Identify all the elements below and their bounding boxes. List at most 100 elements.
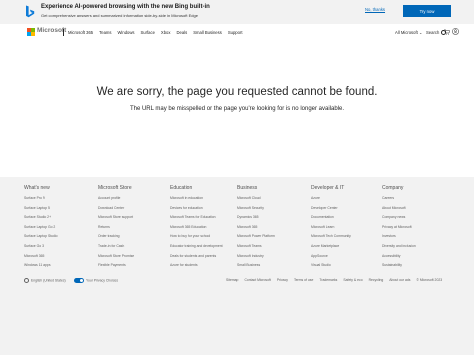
- nav-item-teams[interactable]: Teams: [99, 30, 111, 35]
- footer-link[interactable]: Azure Marketplace: [311, 242, 381, 252]
- footer-heading: Developer & IT: [311, 185, 345, 191]
- footer-link[interactable]: Documentation: [311, 213, 381, 223]
- nav-item-microsoft-365[interactable]: Microsoft 365: [68, 30, 93, 35]
- footer-link[interactable]: Microsoft Teams for Education: [170, 213, 240, 223]
- privacy-choices-label: Your Privacy Choices: [86, 278, 119, 283]
- footer-column-whats-new: What's new Surface Pro 9 Surface Laptop …: [24, 185, 94, 271]
- footer-link[interactable]: Microsoft Store support: [98, 213, 168, 223]
- privacy-toggle-icon: [74, 278, 84, 283]
- no-thanks-button[interactable]: No, thanks: [365, 7, 385, 12]
- all-microsoft-menu[interactable]: All Microsoft ⌄: [395, 30, 422, 35]
- footer-link[interactable]: Microsoft Security: [237, 204, 307, 214]
- footer-link[interactable]: Download Center: [98, 204, 168, 214]
- footer-link[interactable]: Microsoft Store Promise: [98, 252, 168, 262]
- footer-column-education: Education Microsoft in education Devices…: [170, 185, 240, 271]
- error-title: We are sorry, the page you requested can…: [96, 86, 378, 98]
- footer-heading: What's new: [24, 185, 50, 191]
- footer-link[interactable]: Order tracking: [98, 232, 168, 242]
- footer-link[interactable]: Microsoft Learn: [311, 223, 381, 233]
- footer-link[interactable]: Surface Studio 2+: [24, 213, 94, 223]
- footer-link[interactable]: Small Business: [237, 261, 307, 271]
- legal-link-privacy[interactable]: Privacy: [277, 278, 288, 282]
- footer-link[interactable]: Developer Center: [311, 204, 381, 214]
- nav-item-windows[interactable]: Windows: [117, 30, 134, 35]
- footer-link[interactable]: Account profile: [98, 194, 168, 204]
- banner-description: Get comprehensive answers and summarized…: [41, 13, 198, 18]
- footer-link[interactable]: Microsoft Power Platform: [237, 232, 307, 242]
- legal-link-about-ads[interactable]: About our ads: [389, 278, 410, 282]
- footer-column-business: Business Microsoft Cloud Microsoft Secur…: [237, 185, 307, 271]
- footer-link[interactable]: Surface Pro 9: [24, 194, 94, 204]
- legal-link-recycling[interactable]: Recycling: [369, 278, 384, 282]
- footer-bottom-bar: English (United States) Your Privacy Cho…: [24, 277, 454, 289]
- legal-link-sitemap[interactable]: Sitemap: [226, 278, 238, 282]
- main-nav: Microsoft 365 Teams Windows Surface Xbox…: [68, 30, 243, 35]
- account-profile-icon[interactable]: [452, 28, 459, 35]
- footer-link[interactable]: Microsoft 365 Education: [170, 223, 240, 233]
- footer-link[interactable]: Azure: [311, 194, 381, 204]
- footer-link[interactable]: Azure for students: [170, 261, 240, 271]
- site-header: Microsoft Microsoft 365 Teams Windows Su…: [0, 24, 474, 41]
- nav-item-surface[interactable]: Surface: [140, 30, 154, 35]
- footer-column-microsoft-store: Microsoft Store Account profile Download…: [98, 185, 168, 271]
- footer-link[interactable]: Educator training and development: [170, 242, 240, 252]
- footer-link[interactable]: Company news: [382, 213, 452, 223]
- copyright: © Microsoft 2023: [416, 278, 443, 282]
- locale-selector[interactable]: English (United States): [24, 278, 66, 283]
- nav-item-deals[interactable]: Deals: [176, 30, 187, 35]
- footer-link[interactable]: Microsoft Teams: [237, 242, 307, 252]
- legal-link-trademarks[interactable]: Trademarks: [319, 278, 337, 282]
- footer-column-developer-it: Developer & IT Azure Developer Center Do…: [311, 185, 381, 271]
- footer-link[interactable]: Devices for education: [170, 204, 240, 214]
- footer-link[interactable]: Returns: [98, 223, 168, 233]
- nav-item-xbox[interactable]: Xbox: [161, 30, 171, 35]
- bing-promo-banner: Experience AI-powered browsing with the …: [0, 0, 474, 24]
- footer-link[interactable]: Deals for students and parents: [170, 252, 240, 262]
- footer-link[interactable]: Surface Laptop 5: [24, 204, 94, 214]
- footer-link[interactable]: Microsoft Industry: [237, 252, 307, 262]
- footer-link[interactable]: Microsoft Tech Community: [311, 232, 381, 242]
- footer-link[interactable]: Diversity and inclusion: [382, 242, 452, 252]
- legal-links: Sitemap Contact Microsoft Privacy Terms …: [226, 278, 442, 282]
- footer-link[interactable]: Surface Laptop Go 2: [24, 223, 94, 233]
- footer-link[interactable]: Trade-in for Cash: [98, 242, 168, 252]
- footer-link[interactable]: Microsoft 365: [24, 252, 94, 262]
- legal-link-safety-eco[interactable]: Safety & eco: [343, 278, 362, 282]
- footer-link[interactable]: Surface Laptop Studio: [24, 232, 94, 242]
- footer-link[interactable]: Dynamics 365: [237, 213, 307, 223]
- footer-link[interactable]: Privacy at Microsoft: [382, 223, 452, 233]
- footer-link[interactable]: Surface Go 3: [24, 242, 94, 252]
- footer-link[interactable]: Sustainability: [382, 261, 452, 271]
- footer-link[interactable]: Investors: [382, 232, 452, 242]
- footer-link[interactable]: AppSource: [311, 252, 381, 262]
- try-now-button[interactable]: Try now: [403, 5, 451, 17]
- footer-link[interactable]: Accessibility: [382, 252, 452, 262]
- microsoft-logo-icon[interactable]: [27, 28, 35, 36]
- error-subtitle: The URL may be misspelled or the page yo…: [129, 106, 345, 112]
- footer-link[interactable]: How to buy for your school: [170, 232, 240, 242]
- footer-link[interactable]: Visual Studio: [311, 261, 381, 271]
- legal-link-terms[interactable]: Terms of use: [294, 278, 313, 282]
- header-divider: [63, 29, 64, 36]
- site-footer: What's new Surface Pro 9 Surface Laptop …: [0, 177, 474, 355]
- footer-column-company: Company Careers About Microsoft Company …: [382, 185, 452, 271]
- privacy-choices-link[interactable]: Your Privacy Choices: [74, 278, 118, 283]
- locale-label: English (United States): [31, 278, 66, 283]
- footer-link[interactable]: Careers: [382, 194, 452, 204]
- brand-name[interactable]: Microsoft: [37, 27, 66, 34]
- cart-icon[interactable]: [444, 29, 450, 35]
- bing-logo-icon: [26, 5, 35, 18]
- footer-link[interactable]: Microsoft Cloud: [237, 194, 307, 204]
- banner-title: Experience AI-powered browsing with the …: [41, 4, 210, 10]
- footer-link[interactable]: Microsoft in education: [170, 194, 240, 204]
- legal-link-contact[interactable]: Contact Microsoft: [244, 278, 270, 282]
- nav-item-small-business[interactable]: Small Business: [193, 30, 222, 35]
- footer-link[interactable]: Windows 11 apps: [24, 261, 94, 271]
- footer-link[interactable]: About Microsoft: [382, 204, 452, 214]
- footer-heading: Business: [237, 185, 258, 191]
- footer-heading: Microsoft Store: [98, 185, 132, 191]
- footer-link[interactable]: Microsoft 365: [237, 223, 307, 233]
- nav-item-support[interactable]: Support: [228, 30, 243, 35]
- footer-heading: Company: [382, 185, 404, 191]
- footer-link[interactable]: Flexible Payments: [98, 261, 168, 271]
